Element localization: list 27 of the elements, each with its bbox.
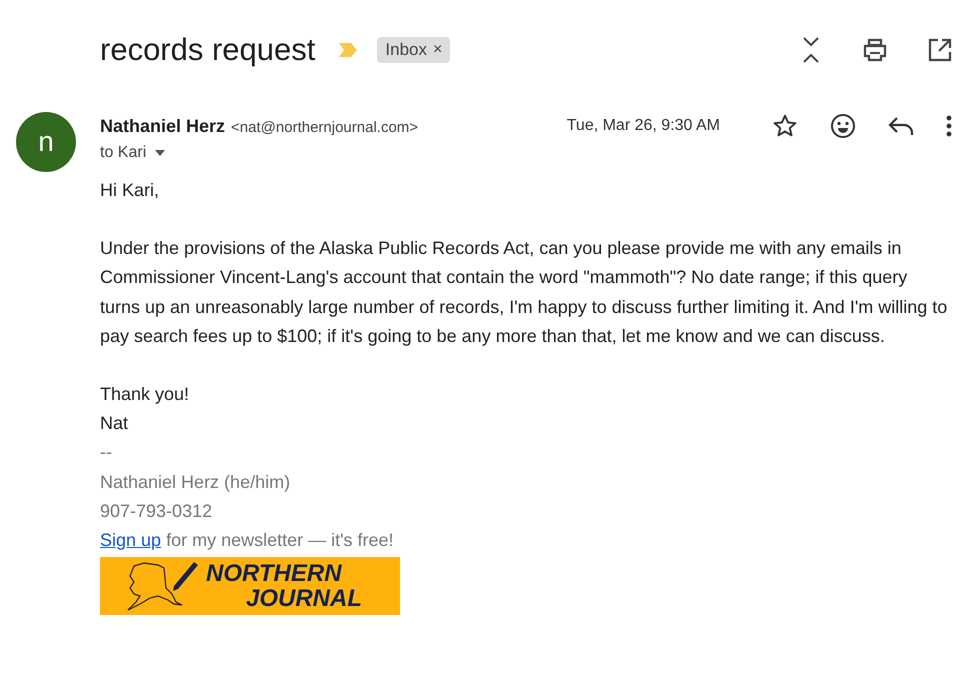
signature-line: Nathaniel Herz (he/him) [100,470,290,494]
logo-text: NORTHERN [206,561,343,586]
closing-line: Thank you! [100,383,190,406]
print-icon[interactable] [862,38,888,62]
email-subject: records request [100,32,316,68]
importance-marker-icon[interactable] [337,42,360,58]
label-text: Inbox [385,40,427,60]
signature-line: 907-793-0312 [100,500,212,523]
recipients-dropdown[interactable]: to Kari [100,144,166,162]
more-options-icon[interactable] [946,115,952,137]
star-icon[interactable] [772,113,798,139]
sign-up-link[interactable]: Sign up [100,530,162,550]
sender-avatar: n [16,112,76,172]
closing-line: Nat [100,412,128,436]
sender-email: <nat@northernjournal.com> [231,118,418,136]
emoji-icon[interactable] [830,113,856,139]
signature-line: -- [100,441,112,464]
logo-text: JOURNAL [246,586,362,612]
email-date: Tue, Mar 26, 9:30 AM [566,117,720,135]
caret-icon [154,149,166,157]
remove-label-button[interactable]: × [432,41,442,59]
newsletter-line: Sign up for my newsletter — it's free! [100,529,394,552]
open-in-new-window-icon[interactable] [928,38,952,62]
message-paragraph: Hi Kari, [100,179,160,202]
message-paragraph: Under the provisions of the Alaska Public Records Act, can you please provide me with any emails in Commissioner Vincent-Lang's account that contain the word "mammoth"? No date range; if this query turns up an unreasonably large number of records, I'm happy to discuss further limiting it. And I'm willing to pay search fees up to $100; if it's going to be any more than that, let me know and we can discuss. [100,237,948,348]
reply-icon[interactable] [888,115,914,137]
sender-name: Nathaniel Herz [100,116,226,136]
